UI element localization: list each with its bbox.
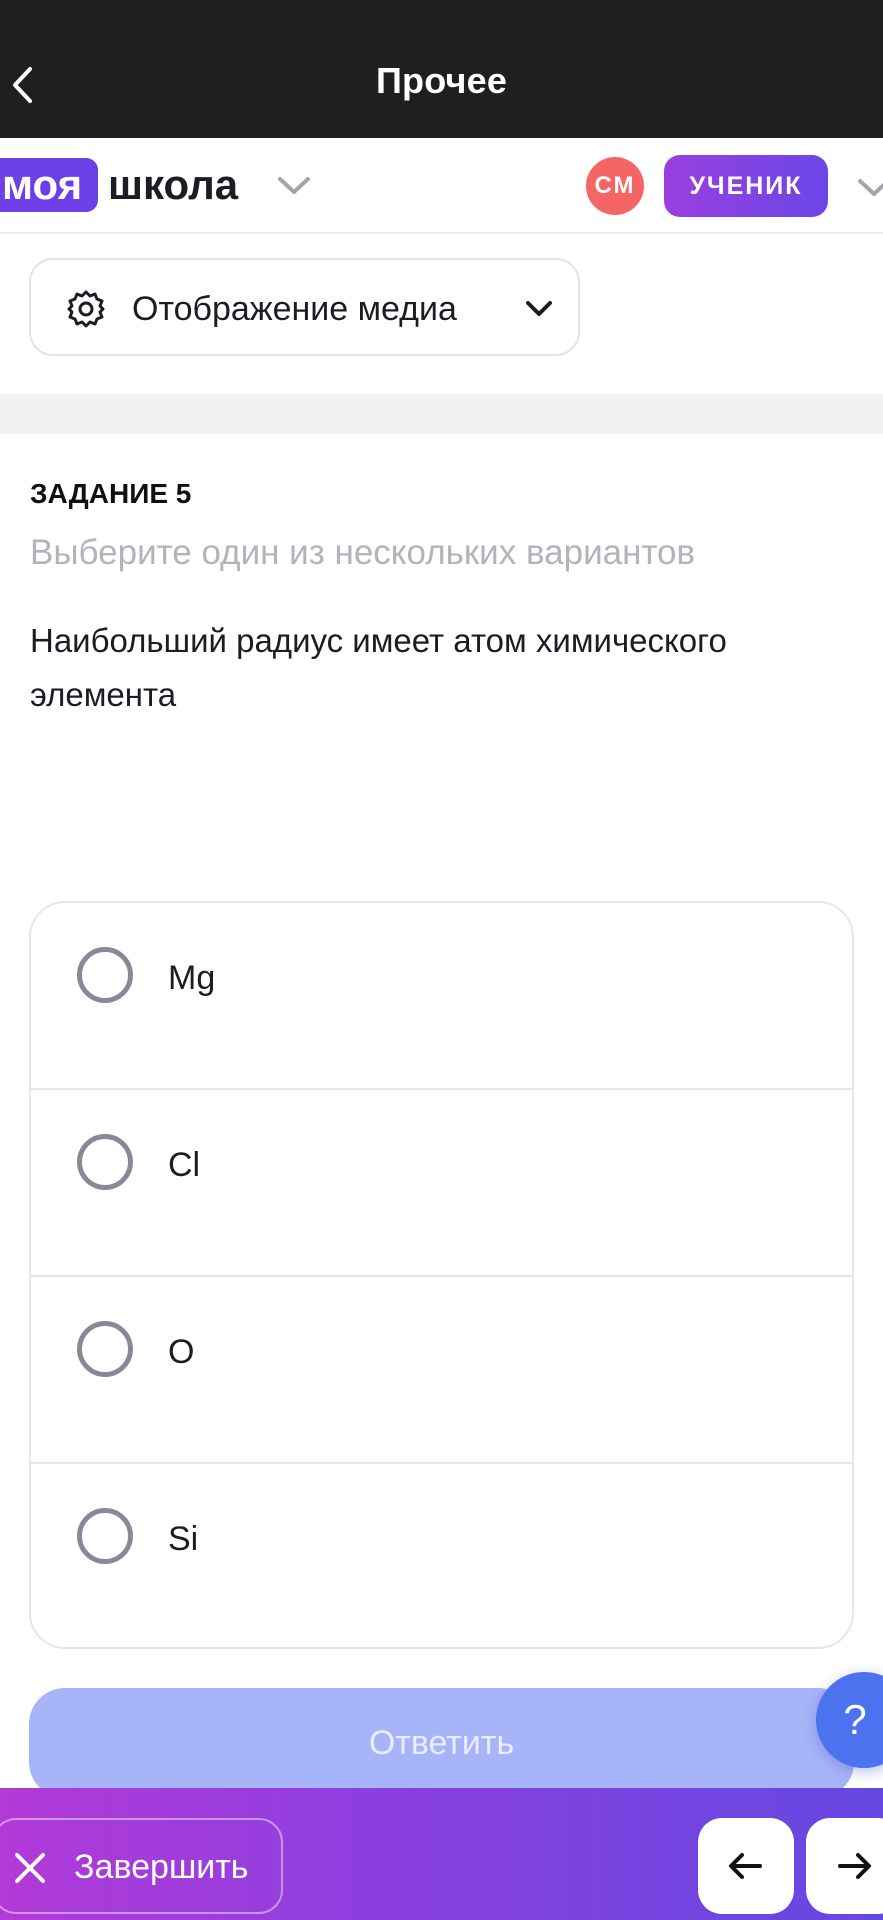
brand-logo-part2[interactable]: школа	[108, 158, 238, 212]
radio-button[interactable]	[77, 947, 133, 1003]
arrow-left-icon	[729, 1853, 762, 1879]
bottom-action-bar: Завершить	[0, 1788, 883, 1920]
answer-option-label: Cl	[168, 1146, 201, 1184]
account-chevron-down-icon[interactable]	[856, 176, 883, 200]
finish-button[interactable]: Завершить	[0, 1818, 283, 1914]
answer-option-label: Mg	[168, 959, 216, 997]
submit-answer-button[interactable]: Ответить	[29, 1688, 854, 1798]
answer-option-label: O	[168, 1333, 195, 1371]
arrow-right-icon	[838, 1853, 871, 1879]
previous-task-button[interactable]	[698, 1818, 794, 1914]
radio-button[interactable]	[77, 1321, 133, 1377]
chevron-down-icon[interactable]	[276, 174, 312, 198]
section-divider	[0, 394, 883, 434]
next-task-button[interactable]	[806, 1818, 883, 1914]
finish-button-label: Завершить	[74, 1848, 249, 1886]
radio-button[interactable]	[77, 1134, 133, 1190]
brand-header: моя школа СМ УЧЕНИК	[0, 138, 883, 234]
avatar[interactable]: СМ	[586, 157, 644, 215]
role-badge[interactable]: УЧЕНИК	[664, 155, 828, 217]
task-number: ЗАДАНИЕ 5	[30, 478, 192, 509]
answer-option[interactable]: O	[31, 1277, 852, 1464]
answer-option[interactable]: Mg	[31, 903, 852, 1090]
gear-icon	[67, 290, 105, 328]
radio-button[interactable]	[77, 1508, 133, 1564]
answer-option[interactable]: Cl	[31, 1090, 852, 1277]
task-question: Наибольший радиус имеет атом химического…	[30, 622, 727, 713]
answer-options-list: Mg Cl O Si	[29, 901, 854, 1649]
brand-logo-part1[interactable]: моя	[0, 158, 99, 212]
chevron-down-icon	[526, 301, 552, 316]
media-settings-section: Отображение медиа	[0, 234, 883, 394]
question-mark-icon: ?	[843, 1696, 867, 1743]
media-display-label: Отображение медиа	[132, 290, 457, 328]
task-hint: Выберите один из нескольких вариантов	[30, 533, 696, 572]
top-nav-bar: Прочее	[0, 0, 883, 138]
answer-option-label: Si	[168, 1520, 199, 1558]
media-display-dropdown[interactable]: Отображение медиа	[29, 258, 580, 356]
answer-option[interactable]: Si	[31, 1464, 852, 1647]
close-icon	[15, 1853, 45, 1883]
task-card: ЗАДАНИЕ 5 Выберите один из нескольких ва…	[0, 434, 883, 1798]
page-title: Прочее	[375, 60, 508, 101]
